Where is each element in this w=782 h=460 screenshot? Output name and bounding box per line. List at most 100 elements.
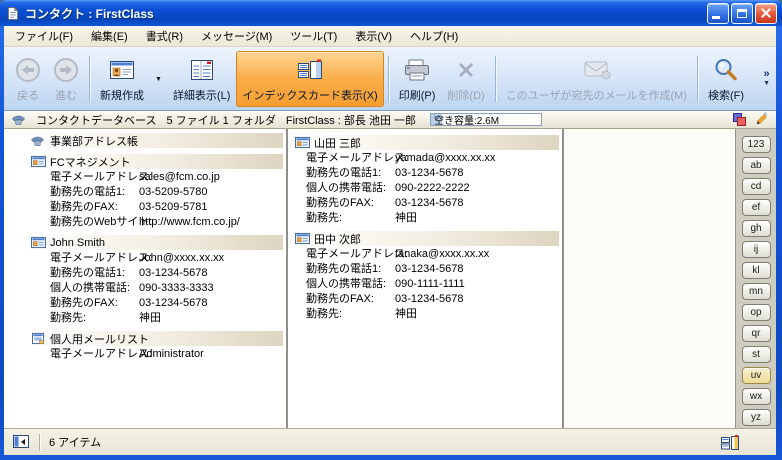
alpha-tab-gh[interactable]: gh [742, 220, 771, 237]
contact-name: FCマネジメント [50, 154, 131, 170]
alpha-tab-kl[interactable]: kl [742, 262, 771, 279]
print-button[interactable]: 印刷(P) [393, 51, 442, 107]
delete-icon [454, 55, 478, 84]
detail-view-button[interactable]: 詳細表示(L) [167, 51, 236, 107]
contact-field: 個人の携帯電話: 090-2222-2222 [294, 181, 559, 196]
contact-field: 個人の携帯電話: 090-1111-1111 [294, 277, 559, 292]
contact-card-icon [295, 136, 310, 149]
contact-field: 勤務先: 神田 [294, 211, 559, 226]
layered-squares-icon[interactable] [732, 112, 747, 127]
menu-message[interactable]: メッセージ(M) [192, 26, 281, 47]
field-value: 03-1234-5678 [395, 166, 464, 181]
contact-field: 勤務先のFAX: 03-1234-5678 [30, 296, 283, 311]
menu-format[interactable]: 書式(R) [137, 26, 192, 47]
alpha-tab-ab[interactable]: ab [742, 157, 771, 174]
close-button[interactable] [755, 3, 777, 24]
database-label: コンタクトデータベース [36, 112, 156, 128]
contact-card-header[interactable]: 山田 三郎 [294, 135, 559, 150]
field-value: 090-2222-2222 [395, 181, 470, 196]
field-value: 03-1234-5678 [395, 292, 464, 307]
alpha-tab-mn[interactable]: mn [742, 283, 771, 300]
alpha-tab-yz[interactable]: yz [742, 409, 771, 426]
contact-name: 田中 次郎 [314, 231, 361, 247]
contact-card-header[interactable]: John Smith [30, 235, 283, 250]
alpha-tab-st[interactable]: st [742, 346, 771, 363]
maximize-button[interactable] [731, 3, 753, 24]
contact-field: 勤務先の電話1: 03-5209-5780 [30, 185, 283, 200]
field-label: 個人の携帯電話: [306, 277, 395, 292]
contact-field: 個人の携帯電話: 090-3333-3333 [30, 281, 283, 296]
folder-header[interactable]: 事業部アドレス帳 [28, 133, 283, 148]
contact-card-header[interactable]: FCマネジメント [30, 154, 283, 169]
menu-view[interactable]: 表示(V) [346, 26, 401, 47]
toolbar-separator [697, 56, 698, 102]
field-value: 03-1234-5678 [395, 196, 464, 211]
toolbar-separator [495, 56, 496, 102]
field-value: tanaka@xxxx.xx.xx [395, 247, 489, 262]
search-button[interactable]: 検索(F) [702, 51, 750, 107]
new-contact-icon [108, 55, 136, 84]
contact-field: 勤務先: 神田 [30, 311, 283, 326]
field-value: 090-3333-3333 [139, 281, 214, 296]
compose-mail-button[interactable]: このユーザが宛先のメールを作成(M) [500, 51, 693, 107]
pencil-icon[interactable] [754, 112, 769, 127]
new-contact-button[interactable]: 新規作成 [94, 51, 150, 107]
pane-toggle-icon[interactable] [12, 434, 30, 450]
status-bar-separator [39, 434, 40, 451]
forward-label: 進む [55, 87, 77, 103]
field-value: 03-5209-5781 [139, 200, 208, 215]
menu-file[interactable]: ファイル(F) [6, 26, 82, 47]
contact-field: 電子メールアドレス: tanaka@xxxx.xx.xx [294, 247, 559, 262]
delete-button[interactable]: 削除(D) [441, 51, 490, 107]
contact-database-icon [11, 113, 26, 126]
new-contact-label: 新規作成 [100, 87, 144, 103]
contacts-column-1: 事業部アドレス帳 FCマネジメント 電子メールアドレス: sales@fcm.c… [4, 129, 286, 428]
menu-help[interactable]: ヘルプ(H) [401, 26, 467, 47]
contact-field: 電子メールアドレス: John@xxxx.xx.xx [30, 251, 283, 266]
toolbar-overflow-button[interactable]: » ▼ [760, 70, 773, 88]
back-label: 戻る [17, 87, 39, 103]
contact-field: 勤務先のFAX: 03-1234-5678 [294, 196, 559, 211]
search-icon [713, 55, 739, 84]
contact-field: 勤務先のFAX: 03-5209-5781 [30, 200, 283, 215]
field-label: 勤務先: [306, 307, 395, 322]
info-bar: コンタクトデータベース 5 ファイル 1 フォルダ FirstClass : 部… [4, 111, 776, 129]
contact-card-icon [31, 155, 46, 168]
alpha-tab-ef[interactable]: ef [742, 199, 771, 216]
window-controls [707, 3, 777, 24]
contact-name: John Smith [50, 237, 105, 249]
contact-card: 個人用メールリスト 電子メールアドレス: Administrator [30, 331, 283, 362]
forward-button[interactable]: 進む [47, 51, 85, 107]
status-bar-right [720, 434, 740, 451]
toolbar-separator [89, 56, 90, 102]
new-dropdown-button[interactable]: ▼ [150, 51, 167, 107]
field-value: 03-1234-5678 [395, 262, 464, 277]
app-window: コンタクト : FirstClass ファイル(F) 編集(E) 書式(R) メ… [0, 0, 782, 460]
contact-card-icon [31, 236, 46, 249]
alpha-tab-123[interactable]: 123 [742, 136, 771, 153]
alpha-tab-ij[interactable]: ij [742, 241, 771, 258]
field-value: 03-1234-5678 [139, 266, 208, 281]
window-icon [5, 6, 20, 21]
delete-label: 削除(D) [447, 87, 484, 103]
field-value: yamada@xxxx.xx.xx [395, 151, 495, 166]
contact-name: 山田 三郎 [314, 135, 361, 151]
alpha-tab-cd[interactable]: cd [742, 178, 771, 195]
field-label: 勤務先のWebサイト: [50, 215, 139, 230]
field-value: Administrator [139, 347, 204, 362]
back-button[interactable]: 戻る [9, 51, 47, 107]
alpha-tab-op[interactable]: op [742, 304, 771, 321]
alpha-tab-qr[interactable]: qr [742, 325, 771, 342]
alpha-tab-wx[interactable]: wx [742, 388, 771, 405]
window-title: コンタクト : FirstClass [25, 5, 702, 22]
contact-card-header[interactable]: 個人用メールリスト [30, 331, 283, 346]
minimize-button[interactable] [707, 3, 729, 24]
contacts-panel: 事業部アドレス帳 FCマネジメント 電子メールアドレス: sales@fcm.c… [4, 129, 776, 428]
contact-card-header[interactable]: 田中 次郎 [294, 231, 559, 246]
menu-tools[interactable]: ツール(T) [281, 26, 346, 47]
titlebar[interactable]: コンタクト : FirstClass [0, 0, 782, 26]
alpha-tab-uv[interactable]: uv [742, 367, 771, 384]
search-label: 検索(F) [708, 87, 744, 103]
menu-edit[interactable]: 編集(E) [82, 26, 137, 47]
index-card-view-button[interactable]: インデックスカード表示(X) [236, 51, 383, 107]
